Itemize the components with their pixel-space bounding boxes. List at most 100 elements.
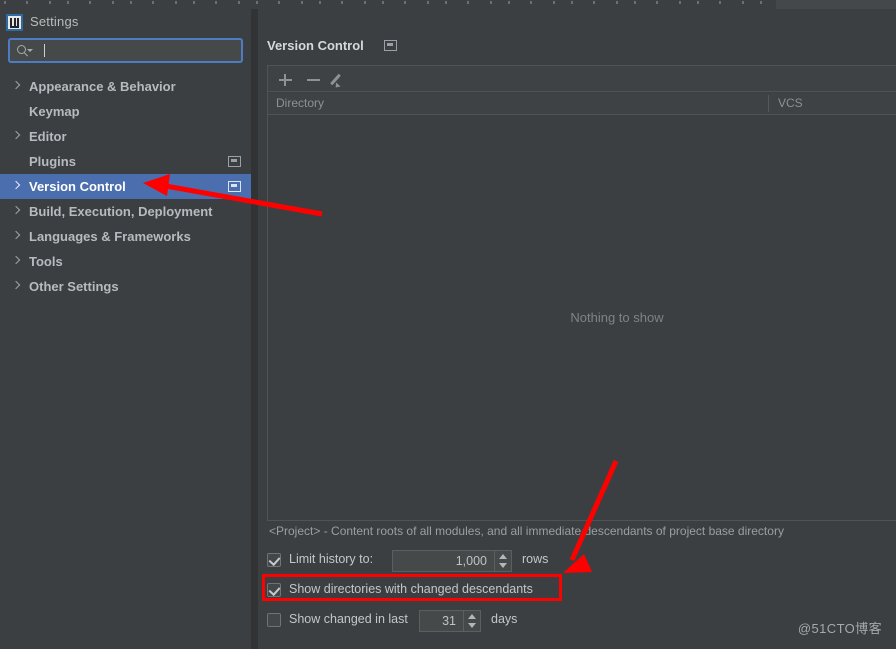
top-strip-tick <box>404 1 406 4</box>
top-strip-tick <box>238 1 240 4</box>
chevron-right-icon[interactable] <box>11 80 21 90</box>
table-body[interactable]: Nothing to show <box>268 116 896 520</box>
top-strip-tick <box>152 1 154 4</box>
sidebar-item-tools[interactable]: Tools <box>0 249 251 274</box>
top-strip-tick <box>278 1 280 4</box>
table-column-headers: Directory VCS <box>268 93 896 115</box>
sidebar-item-label: Other Settings <box>29 279 119 294</box>
spinner-value-days[interactable]: 31 <box>420 611 463 631</box>
spinner-limit-history[interactable]: 1,000 <box>392 550 512 572</box>
empty-state-text: Nothing to show <box>570 310 664 325</box>
top-strip-tick <box>4 1 6 4</box>
top-strip-tick <box>679 1 681 4</box>
sidebar-item-build-execution-deployment[interactable]: Build, Execution, Deployment <box>0 199 251 224</box>
top-strip-tick <box>67 1 69 4</box>
top-strip-ticks <box>0 1 896 5</box>
top-strip-tick <box>593 1 595 4</box>
top-strip-tick <box>760 1 762 4</box>
sidebar-item-label: Version Control <box>29 179 126 194</box>
sidebar-item-version-control[interactable]: Version Control <box>0 174 251 199</box>
top-strip-tick <box>175 1 177 4</box>
top-strip-tick <box>719 1 721 4</box>
top-strip-tick <box>256 1 258 4</box>
sidebar-item-keymap[interactable]: Keymap <box>0 99 251 124</box>
spinner-up-icon-days[interactable] <box>468 614 476 619</box>
sidebar-item-plugins[interactable]: Plugins <box>0 149 251 174</box>
chevron-down-icon[interactable] <box>27 49 33 52</box>
project-scope-icon <box>228 156 241 167</box>
top-strip-tick <box>697 1 699 4</box>
chevron-right-icon[interactable] <box>11 255 21 265</box>
top-strip-tick <box>508 1 510 4</box>
checkbox-show-changed-in-last[interactable] <box>267 613 281 627</box>
top-strip-tick <box>130 1 132 4</box>
top-strip-tick <box>89 1 91 4</box>
panel-divider[interactable] <box>251 9 258 649</box>
top-strip-tick <box>634 1 636 4</box>
column-header-directory[interactable]: Directory <box>276 96 324 110</box>
spinner-days[interactable]: 31 <box>419 610 481 632</box>
settings-search[interactable] <box>8 38 243 63</box>
settings-tree: Appearance & Behavior Keymap Editor Plugins… <box>0 74 251 299</box>
chevron-right-icon[interactable] <box>11 230 21 240</box>
top-strip-tick <box>530 1 532 4</box>
project-scope-icon <box>228 181 241 192</box>
search-text-caret <box>44 44 45 57</box>
vcs-mappings-table-panel: Directory VCS Nothing to show <box>267 65 896 521</box>
chevron-right-icon[interactable] <box>11 180 21 190</box>
dialog-title: Settings <box>30 14 79 29</box>
checkbox-limit-history[interactable] <box>267 553 281 567</box>
sidebar-item-appearance-behavior[interactable]: Appearance & Behavior <box>0 74 251 99</box>
spinner-down-icon-limit-history[interactable] <box>499 563 507 568</box>
top-strip-tick <box>445 1 447 4</box>
dialog-title-bar: Settings <box>0 9 251 37</box>
sidebar-item-other-settings[interactable]: Other Settings <box>0 274 251 299</box>
spinner-value-limit-history[interactable]: 1,000 <box>393 551 494 571</box>
section-header: Version Control <box>267 37 397 55</box>
chevron-right-icon[interactable] <box>11 130 21 140</box>
minus-icon[interactable] <box>304 70 323 89</box>
spinner-down-icon-days[interactable] <box>468 623 476 628</box>
sidebar-item-languages-frameworks[interactable]: Languages & Frameworks <box>0 224 251 249</box>
pencil-icon[interactable] <box>330 70 351 90</box>
sidebar-item-label: Build, Execution, Deployment <box>29 204 213 219</box>
project-scope-icon <box>384 40 397 51</box>
sidebar-item-label: Appearance & Behavior <box>29 79 176 94</box>
search-icon[interactable] <box>17 45 33 57</box>
sidebar-item-label: Plugins <box>29 154 76 169</box>
window-top-strip <box>0 0 896 9</box>
sidebar-item-label: Keymap <box>29 104 80 119</box>
top-strip-tick <box>193 1 195 4</box>
top-strip-tick <box>49 1 51 4</box>
unit-label-rows: rows <box>522 552 549 566</box>
label-show-changed-in-last: Show changed in last <box>289 612 408 626</box>
top-strip-tick <box>656 1 658 4</box>
column-header-vcs[interactable]: VCS <box>778 96 803 110</box>
top-strip-tick <box>301 1 303 4</box>
watermark: @51CTO博客 <box>797 621 882 636</box>
sidebar-item-editor[interactable]: Editor <box>0 124 251 149</box>
column-resize-handle[interactable] <box>768 95 769 112</box>
spinner-up-icon-limit-history[interactable] <box>499 554 507 559</box>
top-strip-tick <box>112 1 114 4</box>
top-strip-tick <box>553 1 555 4</box>
top-strip-tick <box>571 1 573 4</box>
top-strip-tick <box>364 1 366 4</box>
top-strip-tick <box>382 1 384 4</box>
unit-label-days: days <box>491 612 518 626</box>
plus-icon[interactable] <box>276 70 295 89</box>
settings-dialog: Settings Appearance & Behavior Keymap Edit… <box>0 0 896 649</box>
top-strip-tick <box>427 1 429 4</box>
chevron-right-icon[interactable] <box>11 205 21 215</box>
sidebar-item-label: Editor <box>29 129 67 144</box>
top-strip-tick <box>467 1 469 4</box>
annotation-highlight-box <box>262 574 562 601</box>
top-strip-tick <box>26 1 28 4</box>
top-strip-tick <box>490 1 492 4</box>
version-control-panel: Version Control Directory VCS Nothing to… <box>258 9 896 649</box>
top-strip-tick <box>319 1 321 4</box>
table-toolbar <box>268 66 896 92</box>
chevron-right-icon[interactable] <box>11 280 21 290</box>
top-strip-tick <box>616 1 618 4</box>
top-strip-right-block <box>776 0 896 9</box>
